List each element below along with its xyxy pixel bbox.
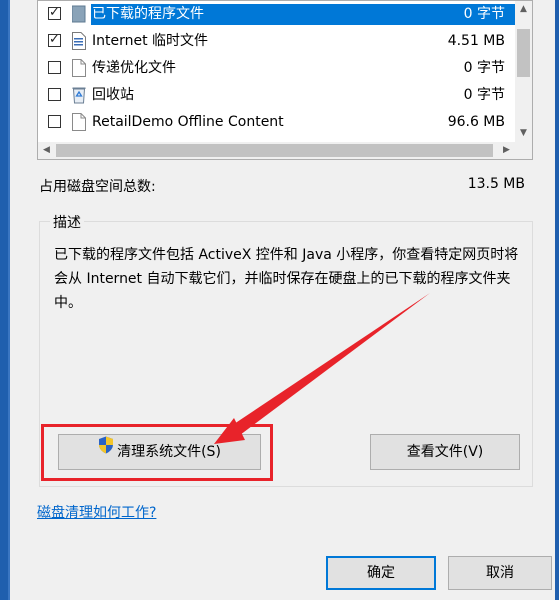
cancel-button[interactable]: 取消 bbox=[448, 556, 552, 590]
ok-button[interactable]: 确定 bbox=[326, 556, 436, 590]
help-link[interactable]: 磁盘清理如何工作? bbox=[37, 502, 156, 522]
